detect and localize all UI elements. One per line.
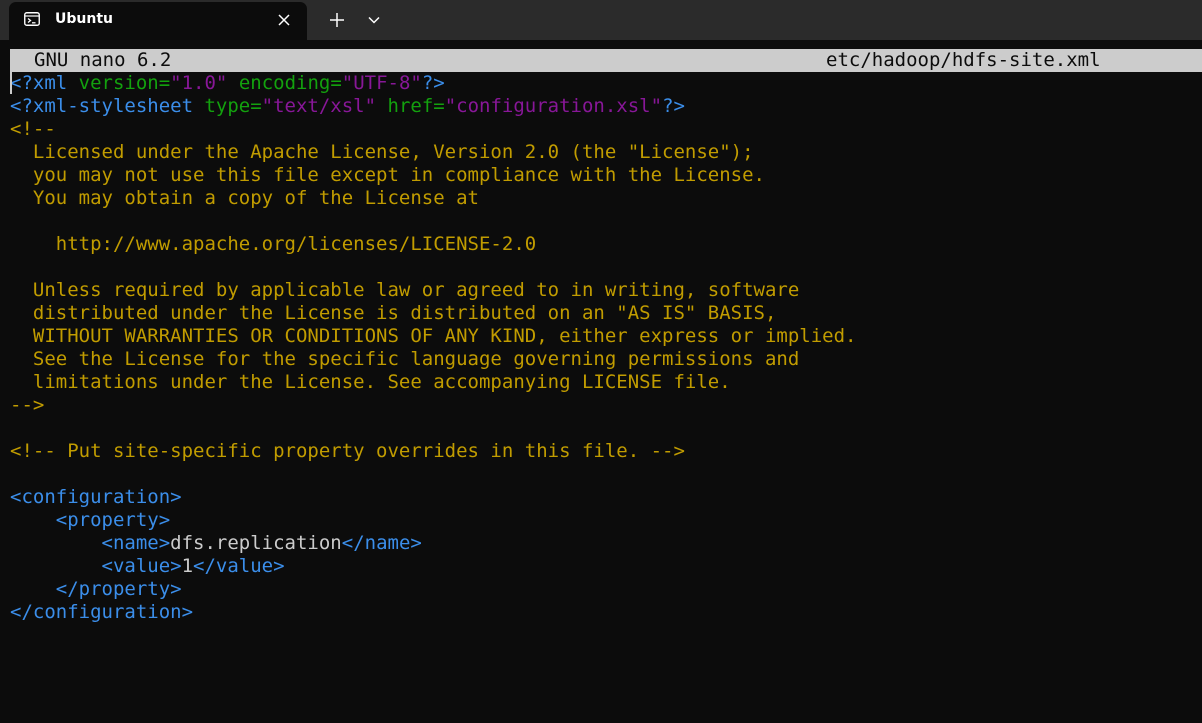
editor-line: </configuration> [10, 601, 1200, 624]
nano-version: GNU nano 6.2 [34, 49, 172, 71]
code-token: Unless required by applicable law or agr… [10, 279, 800, 301]
code-token: <?xml [10, 72, 79, 94]
code-token: --> [10, 394, 45, 416]
editor-line: Unless required by applicable law or agr… [10, 279, 1200, 302]
plus-icon[interactable] [324, 8, 350, 32]
code-token: </configuration> [10, 601, 194, 623]
editor-line: <name>dfs.replication</name> [10, 532, 1200, 555]
editor-line: WITHOUT WARRANTIES OR CONDITIONS OF ANY … [10, 325, 1200, 348]
nano-header-bar: GNU nano 6.2 etc/hadoop/hdfs-site.xml [10, 49, 1202, 72]
code-token: dfs.replication [170, 532, 342, 554]
code-token: <property> [55, 509, 171, 531]
editor-buffer[interactable]: <?xml version="1.0" encoding="UTF-8"?> <?… [10, 72, 1200, 624]
editor-line: you may not use this file except in comp… [10, 164, 1200, 187]
code-token: http://www.apache.org/licenses/LICENSE-2… [10, 233, 537, 255]
code-token: <configuration> [10, 486, 182, 508]
editor-line: --> [10, 394, 1200, 417]
editor-line: <?xml-stylesheet type="text/xsl" href="c… [10, 95, 1200, 118]
code-token: encoding= [238, 72, 342, 94]
nano-filename: etc/hadoop/hdfs-site.xml [826, 49, 1101, 71]
code-token: </name> [341, 532, 422, 554]
terminal-icon [24, 12, 40, 26]
editor-line: <!-- [10, 118, 1200, 141]
editor-line: http://www.apache.org/licenses/LICENSE-2… [10, 233, 1200, 256]
code-token: "configuration.xsl" [444, 95, 663, 117]
code-token: <name> [101, 532, 171, 554]
editor-line: You may obtain a copy of the License at [10, 187, 1200, 210]
editor-line: Licensed under the Apache License, Versi… [10, 141, 1200, 164]
code-token: </property> [55, 578, 182, 600]
code-token: You may obtain a copy of the License at [10, 187, 479, 209]
editor-line: <?xml version="1.0" encoding="UTF-8"?> [10, 72, 1200, 95]
tab-ubuntu[interactable]: Ubuntu [9, 2, 307, 40]
code-token: See the License for the specific languag… [10, 348, 800, 370]
code-token: "UTF-8" [341, 72, 422, 94]
editor-line: <value>1</value> [10, 555, 1200, 578]
code-token: <!-- Put site-specific property override… [10, 440, 685, 462]
terminal-content[interactable]: GNU nano 6.2 etc/hadoop/hdfs-site.xml <?… [0, 40, 1202, 723]
code-token: "1.0" [170, 72, 228, 94]
code-token: <value> [101, 555, 182, 577]
title-bar: Ubuntu [0, 0, 1202, 40]
code-token: ?> [662, 95, 685, 117]
code-token: </value> [193, 555, 285, 577]
terminal-window: Ubuntu GNU nano 6.2 etc/hadoop/hdfs-site… [0, 0, 1202, 723]
code-token: distributed under the License is distrib… [10, 302, 777, 324]
editor-line: distributed under the License is distrib… [10, 302, 1200, 325]
code-token: Licensed under the Apache License, Versi… [10, 141, 754, 163]
code-token: "text/xsl" [261, 95, 377, 117]
code-token: <?xml-stylesheet [10, 95, 205, 117]
code-token: href= [387, 95, 445, 117]
code-token: limitations under the License. See accom… [10, 371, 731, 393]
code-token: version= [78, 72, 171, 94]
code-token: ?> [421, 72, 445, 94]
text-cursor [10, 72, 12, 94]
close-icon[interactable] [273, 9, 295, 31]
code-token: <!-- [10, 118, 56, 140]
editor-line: limitations under the License. See accom… [10, 371, 1200, 394]
editor-line: <!-- Put site-specific property override… [10, 440, 1200, 463]
code-token: WITHOUT WARRANTIES OR CONDITIONS OF ANY … [10, 325, 857, 347]
code-token: type= [204, 95, 262, 117]
editor-line: <property> [10, 509, 1200, 532]
chevron-down-icon[interactable] [362, 8, 386, 32]
editor-line: </property> [10, 578, 1200, 601]
editor-line: See the License for the specific languag… [10, 348, 1200, 371]
tab-title: Ubuntu [55, 11, 113, 27]
code-token: 1 [181, 555, 194, 577]
code-token: you may not use this file except in comp… [10, 164, 765, 186]
editor-line: <configuration> [10, 486, 1200, 509]
